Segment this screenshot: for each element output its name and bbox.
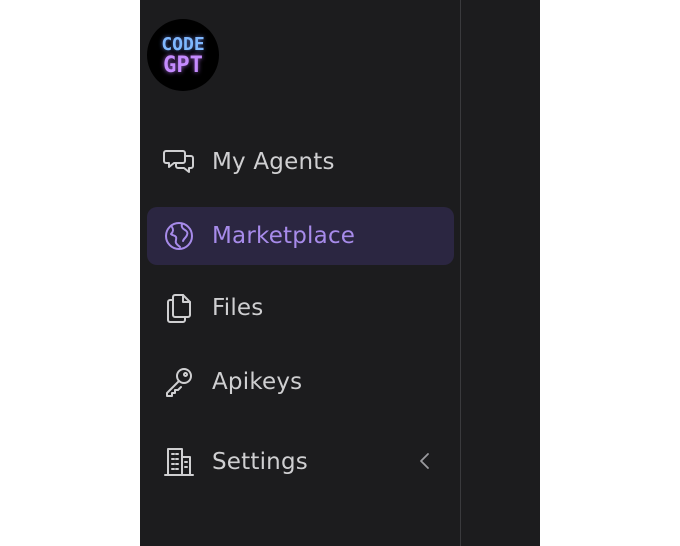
sidebar-item-label: Marketplace: [212, 223, 356, 249]
sidebar-item-files[interactable]: Files: [147, 279, 454, 337]
building-icon: [162, 445, 196, 479]
sidebar-item-label: Files: [212, 295, 264, 321]
codegpt-logo[interactable]: CODE GPT: [147, 19, 219, 91]
sidebar-item-label: Settings: [212, 449, 308, 475]
chevron-left-icon[interactable]: [414, 450, 436, 472]
files-icon: [162, 291, 196, 325]
chat-bubbles-icon: [162, 145, 196, 179]
logo-line2: GPT: [163, 52, 203, 78]
main-pane: [461, 0, 540, 546]
sidebar-item-settings[interactable]: Settings: [147, 433, 454, 491]
sidebar-item-apikeys[interactable]: Apikeys: [147, 353, 454, 411]
key-icon: [162, 365, 196, 399]
sidebar-item-label: My Agents: [212, 149, 335, 175]
sidebar-item-marketplace[interactable]: Marketplace: [147, 207, 454, 265]
logo-line1: CODE: [161, 33, 205, 55]
sidebar-item-label: Apikeys: [212, 369, 303, 395]
globe-icon: [162, 219, 196, 253]
sidebar-item-my-agents[interactable]: My Agents: [147, 133, 454, 191]
